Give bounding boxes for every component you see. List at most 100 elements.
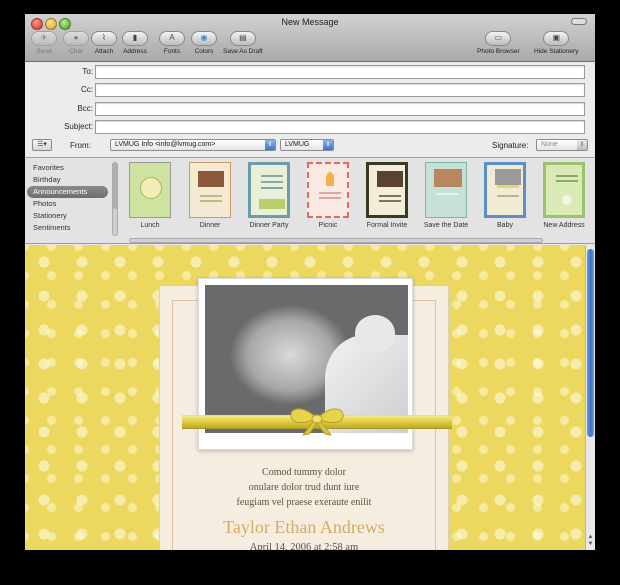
chevron-down-icon: ⇕	[577, 140, 587, 150]
category-birthday[interactable]: Birthday	[25, 174, 111, 186]
template-preview	[425, 162, 467, 218]
template-preview	[189, 162, 231, 218]
template-baby[interactable]: Baby	[482, 162, 528, 229]
announcement-line-1: Comod tummy dolor	[262, 467, 346, 478]
scroll-arrows-icon[interactable]: ▲ ▼	[587, 534, 594, 548]
category-sentiments[interactable]: Sentiments	[25, 222, 111, 234]
attach-label: Attach	[94, 48, 114, 55]
bcc-label: Bcc:	[77, 104, 93, 113]
photo-browser-label: Photo Browser	[477, 48, 520, 55]
send-button[interactable]: ✈ Send	[31, 31, 57, 55]
template-label: Save the Date	[423, 222, 469, 229]
hide-stationery-label: Hide Stationery	[534, 48, 579, 55]
to-row: To:	[25, 65, 595, 81]
template-label: Dinner	[199, 222, 221, 229]
template-dinner[interactable]: Dinner	[187, 162, 233, 229]
save-draft-label: Save As Draft	[223, 48, 263, 55]
template-label: Baby	[497, 222, 513, 229]
draft-icon: ▤	[229, 31, 256, 46]
account-select[interactable]: LVMUG ⇕	[280, 139, 334, 151]
address-button[interactable]: ▮ Address	[122, 31, 148, 55]
to-field[interactable]	[95, 65, 585, 79]
account-value: LVMUG	[285, 141, 310, 148]
template-preview	[366, 162, 408, 218]
send-label: Send	[36, 48, 52, 55]
colors-button[interactable]: ◉ Colors	[191, 31, 217, 55]
attach-button[interactable]: ⌇ Attach	[91, 31, 117, 55]
template-label: Lunch	[140, 222, 160, 229]
ribbon-bow-icon	[290, 408, 344, 436]
category-photos[interactable]: Photos	[25, 198, 111, 210]
stationery-category-list: Favorites Birthday Announcements Photos …	[25, 162, 111, 234]
birth-date: April 14, 2006 at 2:58 am	[249, 542, 359, 550]
category-announcements[interactable]: Announcements	[27, 186, 108, 198]
announcement-line-2: onulare dolor trud dunt iure	[248, 482, 360, 493]
title-bar: New Message ✈ Send ● Chat ⌇ Attach ▮ Add…	[25, 14, 595, 62]
template-preview	[543, 162, 585, 218]
chevron-down-icon: ⇕	[265, 140, 275, 150]
cc-row: Cc:	[25, 83, 595, 99]
address-label: Address	[123, 48, 147, 55]
signature-value: None	[541, 141, 558, 148]
announcement-text[interactable]: Comod tummy dolor onulare dolor trud dun…	[159, 465, 449, 550]
toolbar-toggle-button[interactable]	[571, 18, 587, 25]
baby-name: Taylor Ethan Andrews	[223, 517, 385, 537]
template-save-the-date[interactable]: Save the Date	[423, 162, 469, 229]
paperclip-icon: ⌇	[91, 31, 117, 46]
announcement-line-3: feugiam vel praese exeraute enilit	[236, 497, 372, 508]
chevron-down-icon: ⇕	[323, 140, 333, 150]
from-label: From:	[70, 141, 91, 150]
color-wheel-icon: ◉	[191, 31, 217, 46]
category-scrollbar[interactable]	[112, 162, 118, 236]
photo-browser-icon: ▭	[485, 31, 512, 46]
template-label: New Address	[543, 222, 585, 229]
photo-browser-button[interactable]: ▭ Photo Browser	[477, 31, 520, 55]
subject-field[interactable]	[95, 120, 585, 134]
stationery-templates: Lunch Dinner Dinner Party Picnic Formal …	[125, 162, 595, 240]
category-favorites[interactable]: Favorites	[25, 162, 111, 174]
send-icon: ✈	[31, 31, 57, 46]
colors-label: Colors	[194, 48, 214, 55]
save-as-draft-button[interactable]: ▤ Save As Draft	[223, 31, 263, 55]
fonts-icon: A	[159, 31, 185, 46]
fonts-label: Fonts	[163, 48, 181, 55]
template-new-address[interactable]: New Address	[541, 162, 587, 229]
header-fields-menu-button[interactable]: ☰▾	[32, 139, 52, 151]
chat-button[interactable]: ● Chat	[63, 31, 89, 55]
cc-label: Cc:	[81, 85, 93, 94]
template-label: Formal Invite	[366, 222, 408, 229]
hand-shape	[355, 315, 395, 351]
template-label: Picnic	[318, 222, 338, 229]
bcc-row: Bcc:	[25, 102, 595, 118]
template-label: Dinner Party	[249, 222, 289, 229]
signature-label: Signature:	[492, 141, 529, 150]
fonts-button[interactable]: A Fonts	[159, 31, 185, 55]
from-value: LVMUG Info <info@lvmug.com>	[115, 141, 216, 148]
template-preview	[129, 162, 171, 218]
from-select[interactable]: LVMUG Info <info@lvmug.com> ⇕	[110, 139, 276, 151]
template-dinner-party[interactable]: Dinner Party	[246, 162, 292, 229]
bcc-field[interactable]	[95, 102, 585, 116]
template-preview	[484, 162, 526, 218]
template-picnic[interactable]: Picnic	[305, 162, 351, 229]
category-stationery[interactable]: Stationery	[25, 210, 111, 222]
hide-stationery-button[interactable]: ▣ Hide Stationery	[534, 31, 578, 55]
address-book-icon: ▮	[122, 31, 148, 46]
stationery-pane: Favorites Birthday Announcements Photos …	[25, 158, 595, 244]
template-preview	[307, 162, 349, 218]
template-formal-invite[interactable]: Formal Invite	[364, 162, 410, 229]
chat-label: Chat	[69, 48, 83, 55]
cc-field[interactable]	[95, 83, 585, 97]
body-scrollbar[interactable]: ▲ ▼	[585, 245, 595, 550]
subject-label: Subject:	[64, 122, 93, 131]
window-title: New Message	[281, 17, 339, 27]
signature-select[interactable]: None ⇕	[536, 139, 588, 151]
to-label: To:	[82, 67, 93, 76]
from-row: ☰▾ From: LVMUG Info <info@lvmug.com> ⇕ L…	[25, 138, 595, 156]
template-preview	[248, 162, 290, 218]
mail-compose-window: New Message ✈ Send ● Chat ⌇ Attach ▮ Add…	[25, 14, 595, 550]
scrollbar-thumb[interactable]	[587, 249, 594, 437]
templates-scrollbar[interactable]	[129, 238, 543, 243]
message-body[interactable]: Comod tummy dolor onulare dolor trud dun…	[25, 245, 585, 550]
template-lunch[interactable]: Lunch	[127, 162, 173, 229]
